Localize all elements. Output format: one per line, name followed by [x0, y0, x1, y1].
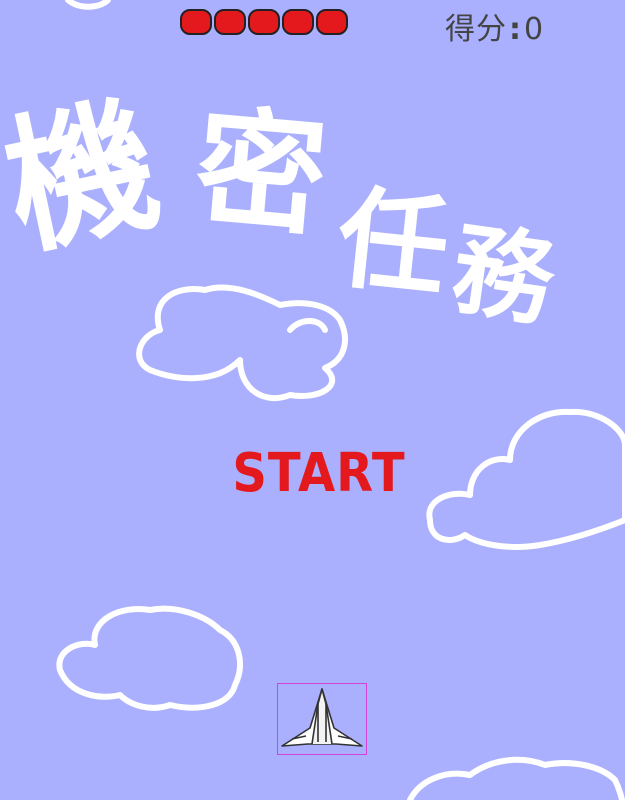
title-char-4: 務 [445, 210, 561, 341]
title-char-2: 密 [189, 91, 333, 255]
cloud-icon [56, 605, 243, 711]
score-separator: : [509, 12, 522, 47]
lives-bar [180, 9, 348, 35]
jet-plane-icon [281, 688, 363, 747]
score-label: 得分 [445, 12, 507, 47]
score-value: 0 [524, 12, 545, 47]
player-ship[interactable] [277, 683, 367, 755]
score-display: 得分:0 [445, 4, 544, 48]
start-button[interactable]: START [225, 438, 413, 507]
life-pip [180, 9, 212, 35]
cloud-icon [65, 0, 111, 10]
life-pip [214, 9, 246, 35]
life-pip [316, 9, 348, 35]
cloud-icon [426, 408, 625, 550]
cloud-icon [136, 284, 348, 402]
life-pip [248, 9, 280, 35]
cloud-icon [407, 756, 625, 800]
title-char-1: 機 [0, 77, 173, 277]
cloud-icon [287, 318, 328, 333]
title-char-3: 任 [331, 173, 455, 313]
life-pip [282, 9, 314, 35]
